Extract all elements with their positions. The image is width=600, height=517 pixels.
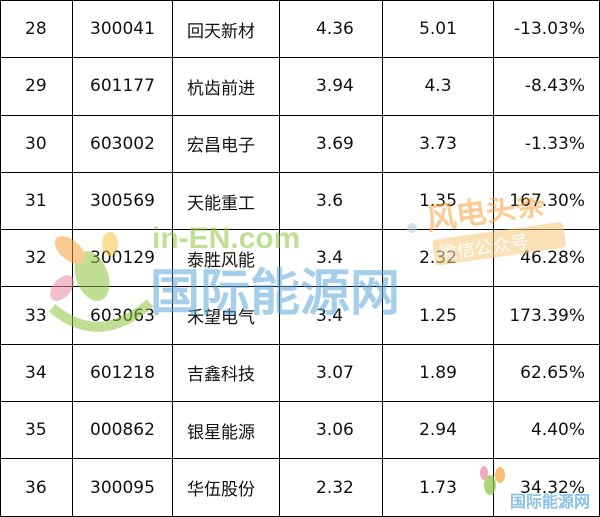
company-name-cell: 回天新材 xyxy=(172,0,280,59)
value-2-cell: 4.3 xyxy=(382,57,494,116)
stock-code-cell: 300095 xyxy=(72,458,173,517)
value-2-cell: 3.73 xyxy=(382,114,494,173)
table-row: 31 300569 天能重工 3.6 1.35 167.30% xyxy=(0,171,600,231)
change-cell: 173.39% xyxy=(493,286,600,345)
value-2-cell: 2.32 xyxy=(382,229,494,288)
company-name-cell: 泰胜风能 xyxy=(172,229,280,288)
stock-code-cell: 603002 xyxy=(72,114,173,173)
change-cell: 4.40% xyxy=(493,401,600,460)
company-name-cell: 华伍股份 xyxy=(172,458,280,517)
rank-cell: 32 xyxy=(0,229,73,288)
value-2-cell: 1.89 xyxy=(382,343,494,403)
value-1-cell: 3.07 xyxy=(279,343,383,403)
rank-cell: 31 xyxy=(0,171,73,231)
company-name-cell: 宏昌电子 xyxy=(172,114,280,173)
stock-table: 28 300041 回天新材 4.36 5.01 -13.03% 29 6011… xyxy=(0,0,600,517)
value-1-cell: 3.69 xyxy=(279,114,383,173)
change-cell: 46.28% xyxy=(493,229,600,288)
stock-code-cell: 601218 xyxy=(72,343,173,403)
table-row: 34 601218 吉鑫科技 3.07 1.89 62.65% xyxy=(0,343,600,403)
change-cell: -1.33% xyxy=(493,114,600,173)
value-2-cell: 1.73 xyxy=(382,458,494,517)
stock-code-cell: 300569 xyxy=(72,171,173,231)
rank-cell: 35 xyxy=(0,401,73,460)
value-1-cell: 3.6 xyxy=(279,171,383,231)
value-1-cell: 2.32 xyxy=(279,458,383,517)
table-row: 33 603063 禾望电气 3.4 1.25 173.39% xyxy=(0,286,600,345)
value-1-cell: 3.4 xyxy=(279,286,383,345)
company-name-cell: 吉鑫科技 xyxy=(172,343,280,403)
company-name-cell: 杭齿前进 xyxy=(172,57,280,116)
value-1-cell: 3.06 xyxy=(279,401,383,460)
rank-cell: 30 xyxy=(0,114,73,173)
company-name-cell: 禾望电气 xyxy=(172,286,280,345)
change-cell: 62.65% xyxy=(493,343,600,403)
table-row: 28 300041 回天新材 4.36 5.01 -13.03% xyxy=(0,0,600,59)
stock-code-cell: 601177 xyxy=(72,57,173,116)
change-cell: 34.32% xyxy=(493,458,600,517)
value-2-cell: 2.94 xyxy=(382,401,494,460)
rank-cell: 33 xyxy=(0,286,73,345)
change-cell: 167.30% xyxy=(493,171,600,231)
stock-code-cell: 300129 xyxy=(72,229,173,288)
stock-code-cell: 300041 xyxy=(72,0,173,59)
company-name-cell: 银星能源 xyxy=(172,401,280,460)
rank-cell: 36 xyxy=(0,458,73,517)
company-name-cell: 天能重工 xyxy=(172,171,280,231)
change-cell: -13.03% xyxy=(493,0,600,59)
stock-code-cell: 603063 xyxy=(72,286,173,345)
table-row: 29 601177 杭齿前进 3.94 4.3 -8.43% xyxy=(0,57,600,116)
table-row: 32 300129 泰胜风能 3.4 2.32 46.28% xyxy=(0,229,600,288)
rank-cell: 34 xyxy=(0,343,73,403)
change-cell: -8.43% xyxy=(493,57,600,116)
rank-cell: 28 xyxy=(0,0,73,59)
value-2-cell: 1.25 xyxy=(382,286,494,345)
value-2-cell: 1.35 xyxy=(382,171,494,231)
value-1-cell: 3.94 xyxy=(279,57,383,116)
rank-cell: 29 xyxy=(0,57,73,116)
stock-code-cell: 000862 xyxy=(72,401,173,460)
value-2-cell: 5.01 xyxy=(382,0,494,59)
table-row: 36 300095 华伍股份 2.32 1.73 34.32% xyxy=(0,458,600,517)
stock-table-body: 28 300041 回天新材 4.36 5.01 -13.03% 29 6011… xyxy=(0,0,600,517)
value-1-cell: 4.36 xyxy=(279,0,383,59)
value-1-cell: 3.4 xyxy=(279,229,383,288)
table-row: 35 000862 银星能源 3.06 2.94 4.40% xyxy=(0,401,600,460)
table-row: 30 603002 宏昌电子 3.69 3.73 -1.33% xyxy=(0,114,600,173)
